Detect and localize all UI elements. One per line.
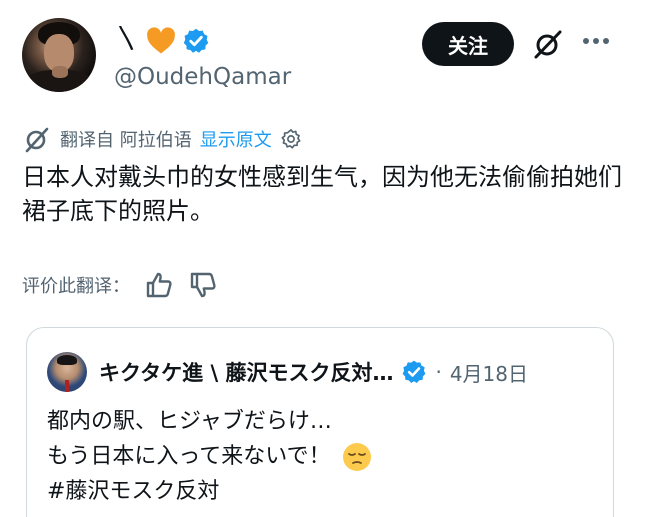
quoted-author-name[interactable]: キクタケ進 \ 藤沢モスク反対…: [99, 357, 393, 387]
quoted-text-line: 都内の駅、ヒジャブだらけ…: [47, 409, 332, 434]
separator-dot: ·: [435, 360, 442, 384]
quoted-author-row: キクタケ進 \ 藤沢モスク反対… · 4月18日: [99, 355, 528, 389]
quoted-hashtag[interactable]: #藤沢モスク反対: [47, 474, 373, 509]
author-avatar[interactable]: [22, 18, 96, 92]
follow-button[interactable]: 关注: [422, 22, 514, 66]
rate-translation-bar: 评价此翻译：: [22, 268, 218, 302]
thumbs-up-icon[interactable]: [144, 270, 174, 300]
quoted-tweet-card[interactable]: キクタケ進 \ 藤沢モスク反対… · 4月18日 都内の駅、ヒジャブだらけ… も…: [26, 327, 614, 517]
tweet-text: 日本人对戴头巾的女性感到生气，因为他无法偷偷拍她们裙子底下的照片。: [22, 163, 622, 225]
quoted-date[interactable]: 4月18日: [450, 358, 528, 387]
author-name[interactable]: 〵: [114, 26, 140, 56]
author-handle[interactable]: @OudehQamar: [114, 64, 291, 90]
verified-icon: [403, 360, 426, 383]
quoted-text-line: もう日本に入って来ないで！: [47, 439, 373, 474]
show-original-link[interactable]: 显示原文: [200, 126, 272, 152]
translation-bar: 翻译自 阿拉伯语 显示原文: [22, 124, 302, 154]
quoted-text: 都内の駅、ヒジャブだらけ… もう日本に入って来ないで！ #藤沢モスク反対: [47, 404, 373, 509]
rate-translation-label: 评价此翻译：: [22, 276, 130, 297]
translated-from-label: 翻译自 阿拉伯语: [60, 130, 192, 151]
more-icon[interactable]: [582, 36, 610, 46]
translate-icon: [25, 127, 49, 153]
verified-icon: [183, 28, 209, 53]
grok-icon[interactable]: [532, 28, 564, 60]
thumbs-down-icon[interactable]: [188, 270, 218, 300]
tweet-header: 〵 @OudehQamar 关注: [22, 14, 632, 106]
settings-icon[interactable]: [280, 128, 302, 150]
heart-icon: [147, 27, 175, 54]
quoted-author-avatar[interactable]: [47, 352, 87, 392]
relieved-face-icon: [342, 442, 371, 471]
author-name-row[interactable]: 〵: [114, 24, 210, 58]
